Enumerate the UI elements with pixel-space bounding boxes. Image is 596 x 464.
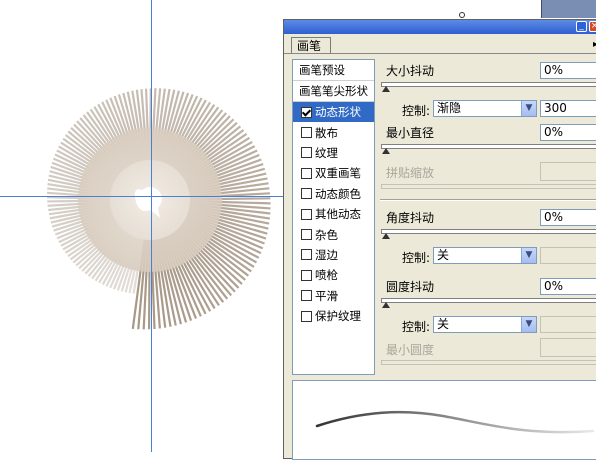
checkbox-icon[interactable] [301, 229, 312, 241]
checkbox-icon[interactable] [301, 269, 312, 281]
roundness-control-value: 关 [437, 317, 450, 331]
dropdown-arrow-icon[interactable]: ▼ [521, 248, 536, 263]
roundness-jitter-field[interactable]: 0% [540, 278, 596, 295]
list-item[interactable]: 动态形状 [293, 102, 374, 123]
tab-brushes[interactable]: 画笔 [291, 37, 332, 54]
tilt-scale-field [540, 162, 596, 181]
minimize-icon[interactable]: _ [576, 21, 587, 32]
list-item-label: 动态形状 [315, 105, 361, 120]
preview-stroke [315, 410, 595, 434]
palette-title-bar[interactable]: _ × [284, 20, 596, 34]
list-item-label: 保护纹理 [315, 309, 361, 324]
list-header-brush-tip-shape[interactable]: 画笔笔尖形状 [293, 81, 374, 102]
vertical-guide[interactable] [151, 0, 152, 452]
list-item[interactable]: 杂色 [293, 224, 374, 244]
tilt-scale-slider [381, 184, 596, 189]
min-diameter-slider-thumb[interactable] [382, 148, 390, 154]
list-item[interactable]: 喷枪 [293, 265, 374, 285]
min-roundness-label: 最小圆度 [386, 343, 435, 357]
list-item[interactable]: 散布 [293, 122, 374, 142]
list-header-brush-presets[interactable]: 画笔预设 [293, 60, 374, 81]
dropdown-arrow-icon[interactable]: ▼ [521, 317, 536, 332]
angle-fade-field [540, 247, 596, 264]
checkbox-icon[interactable] [301, 106, 312, 118]
size-jitter-label: 大小抖动 [386, 64, 435, 78]
list-item[interactable]: 湿边 [293, 245, 374, 265]
list-item-label: 动态颜色 [315, 186, 361, 201]
angle-jitter-label: 角度抖动 [386, 211, 435, 225]
list-item[interactable]: 纹理 [293, 143, 374, 163]
size-control-label: 控制: [402, 104, 431, 118]
checkbox-icon[interactable] [301, 249, 312, 261]
angle-control-value: 关 [437, 248, 450, 262]
roundness-jitter-slider[interactable] [381, 298, 596, 303]
list-item[interactable]: 平滑 [293, 286, 374, 306]
section-divider [380, 199, 596, 201]
angle-jitter-field[interactable]: 0% [540, 209, 596, 226]
list-item[interactable]: 双重画笔 [293, 163, 374, 183]
canvas-dot-marker [459, 12, 465, 18]
size-control-select[interactable]: 渐隐 ▼ [433, 100, 537, 117]
angle-jitter-slider[interactable] [381, 229, 596, 234]
roundness-jitter-label: 圆度抖动 [386, 280, 435, 294]
angle-control-select[interactable]: 关 ▼ [433, 247, 537, 264]
list-item[interactable]: 动态颜色 [293, 184, 374, 204]
checkbox-icon[interactable] [301, 127, 312, 139]
dropdown-arrow-icon[interactable]: ▼ [521, 101, 536, 116]
checkbox-icon[interactable] [301, 167, 312, 179]
list-item[interactable]: 其他动态 [293, 204, 374, 224]
tilt-scale-label: 拼贴缩放 [386, 166, 435, 180]
tab-divider [284, 53, 596, 54]
horizontal-guide[interactable] [0, 196, 285, 197]
checkbox-icon[interactable] [301, 188, 312, 200]
list-item-label: 散布 [315, 125, 338, 140]
window-edge-strip [541, 0, 596, 18]
angle-control-label: 控制: [402, 251, 431, 265]
list-item-label: 湿边 [315, 247, 338, 262]
roundness-control-label: 控制: [402, 320, 431, 334]
brush-stroke-artwork [46, 88, 271, 330]
min-roundness-slider [381, 360, 596, 365]
min-diameter-slider[interactable] [381, 144, 596, 149]
list-item-label: 平滑 [315, 288, 338, 303]
brush-stroke-preview [292, 380, 596, 460]
size-jitter-slider-thumb[interactable] [382, 86, 390, 92]
roundness-fade-field [540, 316, 596, 333]
size-control-value: 渐隐 [437, 101, 462, 115]
checkbox-icon[interactable] [301, 147, 312, 159]
brushes-palette: _ × 画笔 ▸ 画笔预设 画笔笔尖形状 动态形状 散布 纹理 双重画笔 动态颜色 其他动… [283, 19, 596, 460]
list-item-label: 喷枪 [315, 268, 338, 283]
list-item[interactable]: 保护纹理 [293, 306, 374, 326]
angle-jitter-slider-thumb[interactable] [382, 233, 390, 239]
list-item-label: 杂色 [315, 227, 338, 242]
list-item-label: 其他动态 [315, 207, 361, 222]
checkbox-icon[interactable] [301, 208, 312, 220]
list-item-label: 纹理 [315, 145, 338, 160]
list-item-label: 双重画笔 [315, 166, 361, 181]
close-icon[interactable]: × [589, 21, 596, 32]
size-jitter-field[interactable]: 0% [540, 62, 596, 79]
roundness-jitter-slider-thumb[interactable] [382, 302, 390, 308]
size-jitter-slider[interactable] [381, 82, 596, 87]
brush-settings-list: 画笔预设 画笔笔尖形状 动态形状散布纹理双重画笔动态颜色其他动态杂色湿边喷枪平滑… [292, 59, 375, 375]
roundness-control-select[interactable]: 关 ▼ [433, 316, 537, 333]
min-roundness-field [540, 338, 596, 357]
option-list: 动态形状散布纹理双重画笔动态颜色其他动态杂色湿边喷枪平滑保护纹理 [293, 102, 374, 326]
min-diameter-label: 最小直径 [386, 126, 435, 140]
min-diameter-field[interactable]: 0% [540, 124, 596, 141]
fade-steps-field[interactable]: 300 [540, 100, 596, 117]
checkbox-icon[interactable] [301, 310, 312, 322]
checkbox-icon[interactable] [301, 290, 312, 302]
